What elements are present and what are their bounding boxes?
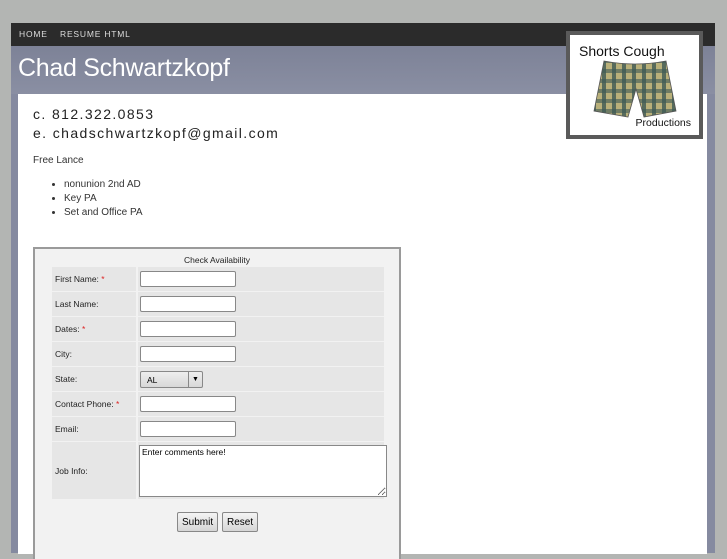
label-job-info: Job Info: (55, 465, 88, 476)
row-job-info: Job Info: Enter comments here! (52, 442, 387, 499)
row-contact-phone: Contact Phone: * (52, 392, 384, 416)
logo-line1: Shorts Cough (579, 43, 665, 59)
label-city: City: (55, 349, 72, 359)
logo-line2: Productions (635, 117, 691, 129)
label-contact-phone: Contact Phone: (55, 399, 114, 409)
label-state: State: (55, 374, 78, 384)
row-first-name: First Name: * (52, 267, 384, 291)
list-item: Set and Office PA (64, 206, 143, 220)
row-dates: Dates: * (52, 317, 384, 341)
contact-phone-input[interactable] (140, 396, 236, 412)
list-item: Key PA (64, 192, 143, 206)
label-dates: Dates: (55, 324, 80, 334)
chevron-down-icon[interactable]: ▼ (188, 372, 202, 387)
contact-phone: c. 812.322.0853 (33, 106, 155, 122)
row-city: City: (52, 342, 384, 366)
logo: Shorts Cough Productions (566, 31, 703, 139)
list-item: nonunion 2nd AD (64, 178, 143, 192)
form-title: Check Availability (184, 255, 250, 265)
job-info-textarea[interactable]: Enter comments here! (139, 445, 387, 497)
dates-input[interactable] (140, 321, 236, 337)
reset-button[interactable]: Reset (222, 512, 259, 532)
nav-resume-html[interactable]: RESUME HTML (60, 29, 131, 39)
label-email: Email: (55, 424, 79, 434)
nav-home[interactable]: HOME (19, 29, 48, 39)
page-title: Chad Schwartzkopf (18, 54, 230, 82)
shorts-icon (593, 60, 677, 118)
label-first-name: First Name: (55, 274, 99, 284)
last-name-input[interactable] (140, 296, 236, 312)
contact-email: e. chadschwartzkopf@gmail.com (33, 125, 280, 141)
availability-form: Check Availability First Name: * Last Na… (33, 247, 401, 559)
label-last-name: Last Name: (55, 299, 99, 309)
required-mark: * (115, 399, 120, 409)
row-state: State: AL ▼ (52, 367, 384, 391)
row-last-name: Last Name: (52, 292, 384, 316)
skills-list: nonunion 2nd AD Key PA Set and Office PA (33, 178, 143, 220)
first-name-input[interactable] (140, 271, 236, 287)
state-select[interactable]: AL ▼ (140, 371, 203, 388)
intro-text: Free Lance (33, 155, 84, 166)
state-selected-value: AL (147, 375, 158, 385)
row-email: Email: (52, 417, 384, 441)
required-mark: * (81, 324, 86, 334)
city-input[interactable] (140, 346, 236, 362)
submit-button[interactable]: Submit (177, 512, 219, 532)
required-mark: * (101, 274, 105, 284)
email-input[interactable] (140, 421, 236, 437)
